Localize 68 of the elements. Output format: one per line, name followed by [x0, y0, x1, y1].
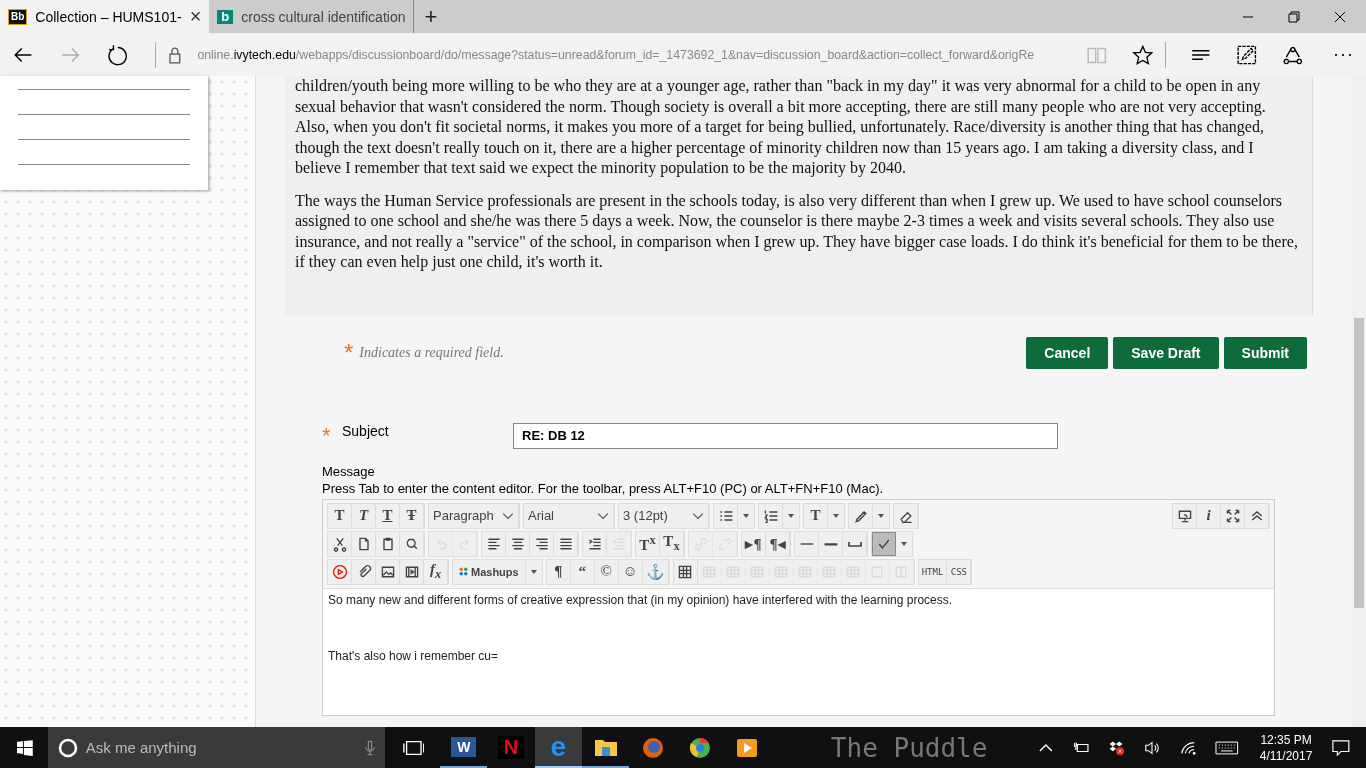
- note-icon[interactable]: [1235, 43, 1258, 66]
- close-tab-button[interactable]: ×: [189, 5, 202, 28]
- favicon: Bb: [8, 8, 28, 25]
- chevron-icon: [502, 511, 514, 520]
- task-view-icon[interactable]: [402, 738, 425, 757]
- scissors-icon: [331, 535, 348, 552]
- new-tab-button[interactable]: +: [414, 0, 448, 33]
- toolbar-button[interactable]: ▸¶: [742, 531, 766, 556]
- address-field[interactable]: online.ivytech.edu/webapps/discussionboard/do/message?status=unread&forum_id=_1473692_1&nav=discussion_board&action=collect_forward&origRe: [197, 47, 1075, 62]
- form-button[interactable]: Submit: [1223, 336, 1307, 369]
- close-icon[interactable]: [1334, 10, 1346, 23]
- notifications-icon[interactable]: [1332, 739, 1351, 756]
- fullscreen-icon: [1224, 507, 1241, 524]
- subject-label: Subject: [342, 422, 390, 439]
- netflix-app[interactable]: N: [487, 727, 535, 768]
- favicon: b: [217, 9, 234, 24]
- circle-icon: [57, 737, 78, 758]
- post-paragraph: children/youth being more willing to be who they are at a younger age, rather than "back in my day" it was very abnormal for a child to be open in any sexual behavior that wasn't considered the norm. Though society is overall a bit more accepting, there are still many people who are not very accepting. Also, when you don't fit societal norms, it makes you more of a target for being bullied, unfortunately. Race/diversity is another thing that has changed, though the text doesn't really touch on it, there are a higher percentage of minority children now than 15 years ago. I am taking a diversity class, and I believe I remember that text said we expect the minority population to be the majority by 2040.: [295, 76, 1267, 179]
- wifi-icon[interactable]: [1179, 739, 1198, 756]
- subject-field[interactable]: RE: DB 12: [513, 422, 1058, 449]
- space-icon: [846, 539, 863, 548]
- clock-date[interactable]: 4/11/2017: [1259, 747, 1313, 764]
- message-label: Message: [322, 462, 376, 480]
- chevron-icon: [692, 511, 704, 520]
- form-button[interactable]: Save Draft: [1113, 336, 1219, 369]
- toolbar-button[interactable]: T$^{x}$: [636, 531, 660, 556]
- table-icon: [677, 563, 694, 580]
- editor-text: So many new and different forms of creative expression that (in my opinion) have interfered with the learning process.: [328, 592, 954, 607]
- globe-icon: [640, 735, 665, 760]
- edge-app[interactable]: e: [534, 727, 582, 768]
- dots-icon: [459, 567, 468, 576]
- microphone-icon[interactable]: [364, 738, 375, 757]
- restore-icon[interactable]: [1288, 10, 1300, 23]
- chevron-icon: [597, 511, 609, 520]
- caret-icon[interactable]: [901, 541, 907, 546]
- dropbox-error-icon[interactable]: [1108, 739, 1126, 756]
- pinwheel-icon: [688, 735, 712, 760]
- caret-icon[interactable]: [743, 513, 749, 518]
- thick-line-icon: [822, 541, 839, 546]
- editor-area[interactable]: So many new and different forms of creative expression that (in my opinion) have interfered with the learning process. That's also how i remember cu=: [323, 588, 1274, 715]
- required-note: Indicates a required field.: [359, 344, 504, 361]
- word-app[interactable]: W: [440, 727, 488, 768]
- caret-icon[interactable]: [878, 513, 884, 518]
- lock-icon: [167, 45, 182, 64]
- keyboard-icon[interactable]: [1215, 739, 1239, 756]
- refresh-icon[interactable]: [107, 43, 129, 66]
- post-paragraph: The ways the Human Service professionals are present in the schools today, is also very different than when I grew up. We used to have school counselors assigned to one school and she/he was there 5 days a week. Now, the counselor is there maybe 2-3 times a week and visits several schools. They also use insurance, and not really a "service" of the school, in comparison when I grew up. They have bigger case loads. I do think it's beneficial for them to be there, if they can even help just one child, it's worth it.: [295, 190, 1299, 273]
- line-icon: [798, 541, 815, 546]
- wallpaper-text: The Puddle: [830, 732, 989, 763]
- browser-tab[interactable]: Bb Collection – HUMS101- ×: [0, 0, 210, 33]
- toolbar-button[interactable]: T$_{x}$: [660, 531, 684, 556]
- search-field[interactable]: Ask me anything: [47, 727, 385, 768]
- caret-icon[interactable]: [833, 513, 839, 518]
- editor-text: That's also how i remember cu=: [328, 648, 500, 663]
- speaker-icon[interactable]: [1143, 739, 1162, 756]
- windows-start-icon[interactable]: [17, 739, 33, 756]
- required-mark: *: [322, 422, 332, 449]
- video-play-icon: [331, 563, 348, 580]
- form-button[interactable]: Cancel: [1026, 336, 1109, 369]
- clock-time[interactable]: 12:35 PM: [1260, 731, 1312, 748]
- spellcheck-button[interactable]: [872, 531, 896, 556]
- star-icon[interactable]: [1131, 43, 1154, 66]
- numbered-list-icon: [762, 507, 779, 524]
- required-mark: *: [344, 342, 354, 363]
- caret-icon[interactable]: [788, 513, 794, 518]
- caret-icon[interactable]: [530, 569, 537, 574]
- message-hint: Press Tab to enter the content editor. For the toolbar, press ALT+F10 (PC) or ALT+FN+F10 (Mac).: [322, 479, 885, 497]
- more-button[interactable]: ···: [1333, 44, 1355, 65]
